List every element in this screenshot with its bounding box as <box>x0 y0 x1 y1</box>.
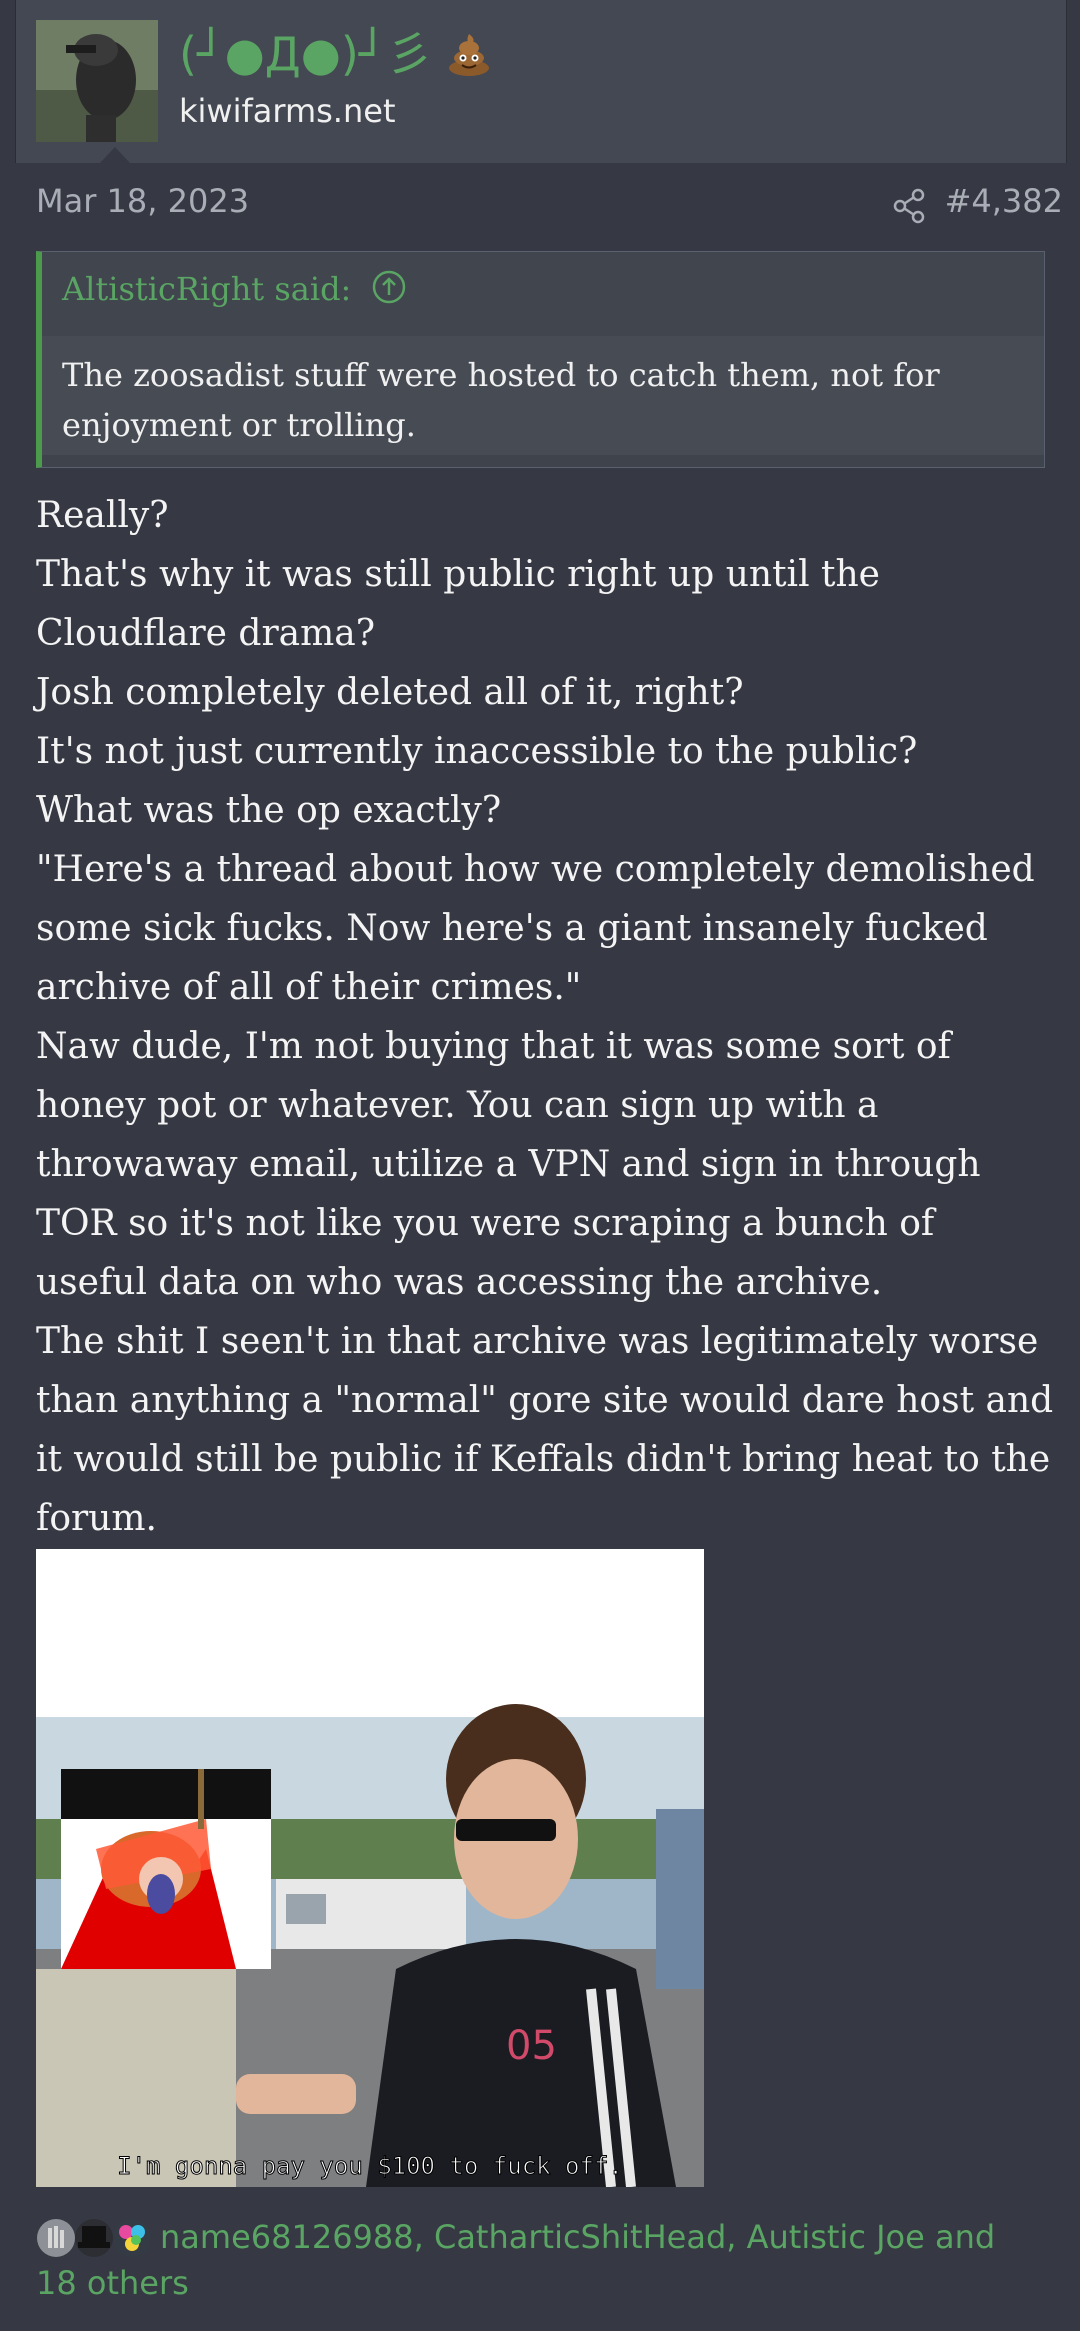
quote-block: AltisticRight said: The zoosadist stuff … <box>36 251 1045 468</box>
post-line: It's not just currently inaccessible to … <box>36 731 918 772</box>
avatar[interactable] <box>36 20 158 142</box>
svg-text:05: 05 <box>506 2023 557 2069</box>
image-caption: I'm gonna pay you $100 to fuck off. <box>117 2152 623 2180</box>
post-body: Really? That's why it was still public r… <box>36 486 1056 1548</box>
post-line: "Here's a thread about how we completely… <box>36 849 1035 1008</box>
post-line: Naw dude, I'm not buying that it was som… <box>36 1026 981 1303</box>
post-image[interactable]: 05 I'm gonna pay you $100 to fuck off. <box>36 1549 704 2187</box>
post-line: What was the op exactly? <box>36 790 502 831</box>
post-date[interactable]: Mar 18, 2023 <box>36 182 249 220</box>
user-domain: kiwifarms.net <box>179 92 396 130</box>
user-header: (┘●Д●)┘彡 kiwifarms.net <box>15 0 1067 163</box>
username[interactable]: (┘●Д●)┘彡 <box>179 26 491 82</box>
poop-emoji-icon <box>449 34 490 76</box>
post-line: The shit I seen't in that archive was le… <box>36 1321 1054 1539</box>
reactions-text[interactable]: name68126988, CatharticShitHead, Autisti… <box>36 2218 995 2302</box>
post-number[interactable]: #4,382 <box>945 182 1063 220</box>
post-line: Really? <box>36 495 169 536</box>
reaction-icons <box>37 2219 151 2257</box>
share-icon[interactable] <box>892 188 926 224</box>
quote-author[interactable]: AltisticRight said: <box>62 270 406 308</box>
post-meta: Mar 18, 2023 #4,382 <box>36 182 1063 232</box>
post-line: Josh completely deleted all of it, right… <box>36 672 744 713</box>
arrow-up-circle-icon[interactable] <box>372 270 406 304</box>
reactions-bar[interactable]: name68126988, CatharticShitHead, Autisti… <box>36 2214 1046 2306</box>
post-line: That's why it was still public right up … <box>36 554 880 654</box>
quote-text: The zoosadist stuff were hosted to catch… <box>42 336 1044 455</box>
quote-header: AltisticRight said: <box>42 252 1044 336</box>
avatar-pointer <box>100 147 130 163</box>
